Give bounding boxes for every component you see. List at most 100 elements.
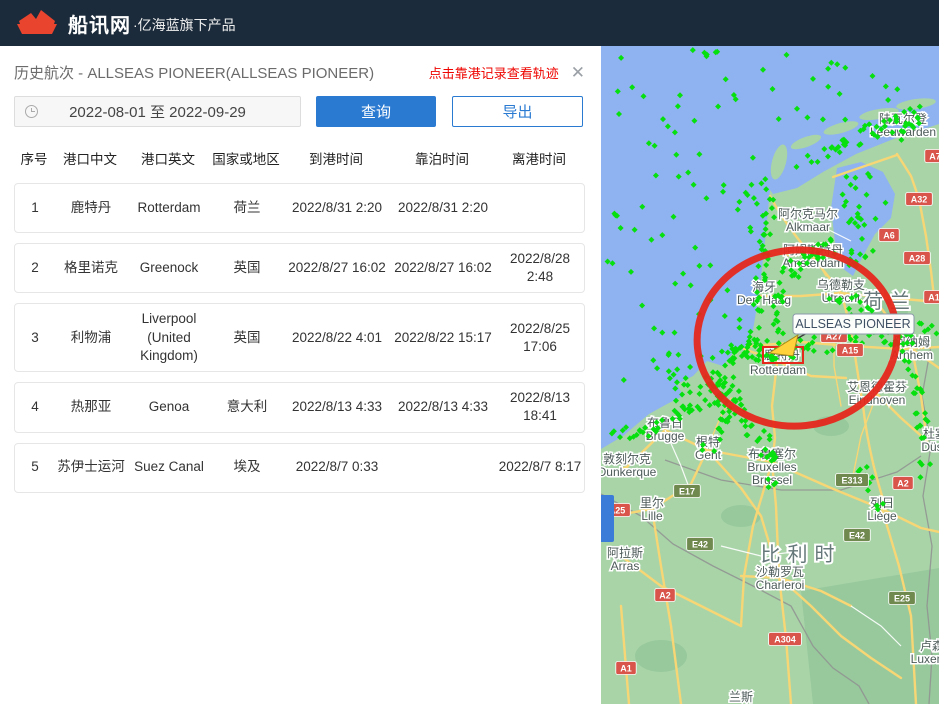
table-cell: 2022/8/31 2:20 <box>391 193 495 223</box>
column-header: 港口中文 <box>54 148 126 168</box>
table-cell: Greenock <box>127 253 211 283</box>
table-cell: 2 <box>15 253 55 283</box>
svg-text:A1: A1 <box>928 293 939 303</box>
road-badge-e42: E42 <box>687 538 714 551</box>
road-badge-e313: E313 <box>836 474 869 487</box>
road-badge-a304: A304 <box>769 633 802 646</box>
table-cell: Suez Canal <box>127 452 211 482</box>
table-header: 序号港口中文港口英文国家或地区到港时间靠泊时间离港时间 <box>14 143 585 173</box>
city-label: 阿尔克马尔 <box>778 206 838 221</box>
region-label: 比利时 <box>761 543 842 566</box>
table-row[interactable]: 2格里诺克Greenock英国2022/8/27 16:022022/8/27 … <box>14 243 585 293</box>
city-label: 卢森 <box>920 638 939 653</box>
road-badge-a32: A32 <box>906 193 933 206</box>
table-cell: 利物浦 <box>55 323 127 353</box>
panel-collapse-handle[interactable] <box>601 495 614 542</box>
table-cell <box>495 202 585 214</box>
table-row[interactable]: 3利物浦Liverpool (United Kingdom)英国2022/8/2… <box>14 303 585 372</box>
city-label: 兰斯 <box>729 690 753 704</box>
date-range-value: 2022-08-01 至 2022-09-29 <box>69 101 246 122</box>
svg-text:E313: E313 <box>841 476 862 486</box>
table-cell: 5 <box>15 452 55 482</box>
table-cell: 2022/8/22 4:01 <box>283 323 391 353</box>
road-badge-e42: E42 <box>844 529 871 542</box>
boat-logo-icon <box>16 8 58 38</box>
top-bar: 船讯网 ·亿海蓝旗下产品 <box>0 0 939 46</box>
city-label: 乌德勒支 <box>817 277 865 292</box>
city-label: 敦刻尔克 <box>603 451 651 466</box>
column-header: 序号 <box>14 148 54 168</box>
road-badge-a7: A7 <box>925 150 939 163</box>
close-icon[interactable]: ✕ <box>571 64 585 81</box>
export-button[interactable]: 导出 <box>452 96 583 127</box>
city-label: Düss <box>921 440 939 454</box>
table-cell: Genoa <box>127 392 211 422</box>
city-label: Alkmaar <box>786 220 830 234</box>
svg-text:A28: A28 <box>909 254 926 264</box>
track-hint-text: 点击靠港记录查看轨迹 <box>429 63 559 82</box>
table-cell: 2022/8/28 2:48 <box>495 244 585 292</box>
column-header: 离港时间 <box>494 148 584 168</box>
table-cell: 2022/8/27 16:02 <box>391 253 495 283</box>
svg-text:E42: E42 <box>692 540 708 550</box>
road-badge-a15: A15 <box>837 344 864 357</box>
table-cell <box>391 462 495 474</box>
city-label: 沙勒罗瓦 <box>756 565 804 579</box>
road-badge-a2: A2 <box>893 477 913 490</box>
svg-text:A304: A304 <box>774 635 796 645</box>
map[interactable]: 陆瓦尔登Leeuwarden阿尔克马尔Alkmaar阿姆斯特丹Amsterdam… <box>601 46 939 704</box>
table-row[interactable]: 1鹿特丹Rotterdam荷兰2022/8/31 2:202022/8/31 2… <box>14 183 585 233</box>
table-cell: 英国 <box>211 323 283 353</box>
table-cell: 鹿特丹 <box>55 193 127 223</box>
table-cell: 2022/8/7 8:17 <box>495 452 585 482</box>
city-label: 阿拉斯 <box>607 545 643 560</box>
city-label: 里尔 <box>640 495 664 510</box>
svg-text:A32: A32 <box>911 195 928 205</box>
table-cell: 2022/8/31 2:20 <box>283 193 391 223</box>
table-cell: 1 <box>15 193 55 223</box>
road-badge-e17: E17 <box>674 485 701 498</box>
city-label: Arras <box>611 559 640 573</box>
svg-text:E42: E42 <box>849 531 865 541</box>
city-label: Charleroi <box>756 578 805 592</box>
road-badge-a1: A1 <box>616 662 636 675</box>
table-cell: Liverpool (United Kingdom) <box>127 304 211 371</box>
city-label: Lille <box>641 509 663 523</box>
column-header: 靠泊时间 <box>390 148 494 168</box>
table-cell: 3 <box>15 323 55 353</box>
svg-text:E17: E17 <box>679 487 695 497</box>
city-label: Dunkerque <box>601 465 657 479</box>
app-window: 船讯网 ·亿海蓝旗下产品 历史航次 - ALLSEAS PIONEER(ALLS… <box>0 0 939 704</box>
query-button[interactable]: 查询 <box>316 96 436 127</box>
table-cell: 2022/8/7 0:33 <box>283 452 391 482</box>
city-label: Luxemb <box>911 652 939 666</box>
column-header: 国家或地区 <box>210 148 282 168</box>
table-cell: 2022/8/22 15:17 <box>391 323 495 353</box>
table-cell: 2022/8/13 18:41 <box>495 383 585 431</box>
table-cell: 荷兰 <box>211 193 283 223</box>
table-cell: 2022/8/25 17:06 <box>495 314 585 362</box>
table-cell: Rotterdam <box>127 193 211 223</box>
table-cell: 英国 <box>211 253 283 283</box>
table-row[interactable]: 5苏伊士运河Suez Canal埃及2022/8/7 0:33 2022/8/7 … <box>14 443 585 493</box>
map-canvas[interactable]: 陆瓦尔登Leeuwarden阿尔克马尔Alkmaar阿姆斯特丹Amsterdam… <box>601 46 939 704</box>
page-title: 历史航次 - ALLSEAS PIONEER(ALLSEAS PIONEER) <box>14 62 374 83</box>
table-row[interactable]: 4热那亚Genoa意大利2022/8/13 4:332022/8/13 4:33… <box>14 382 585 432</box>
table-cell: 2022/8/27 16:02 <box>283 253 391 283</box>
brand-name: 船讯网 <box>68 9 131 38</box>
table-cell: 苏伊士运河 <box>55 452 127 482</box>
road-badge-a1: A1 <box>924 291 939 304</box>
column-header: 港口英文 <box>126 148 210 168</box>
svg-text:E25: E25 <box>894 594 910 604</box>
svg-text:A2: A2 <box>659 591 671 601</box>
table-cell: 热那亚 <box>55 392 127 422</box>
date-range-input[interactable]: 2022-08-01 至 2022-09-29 <box>14 96 301 127</box>
column-header: 到港时间 <box>282 148 390 168</box>
svg-text:A2: A2 <box>897 479 909 489</box>
city-label: Brugge <box>646 429 685 443</box>
road-badge-a6: A6 <box>879 229 899 242</box>
city-label: Rotterdam <box>750 363 806 377</box>
table-cell: 2022/8/13 4:33 <box>391 392 495 422</box>
svg-text:A7: A7 <box>929 152 939 162</box>
table-cell: 埃及 <box>211 452 283 482</box>
